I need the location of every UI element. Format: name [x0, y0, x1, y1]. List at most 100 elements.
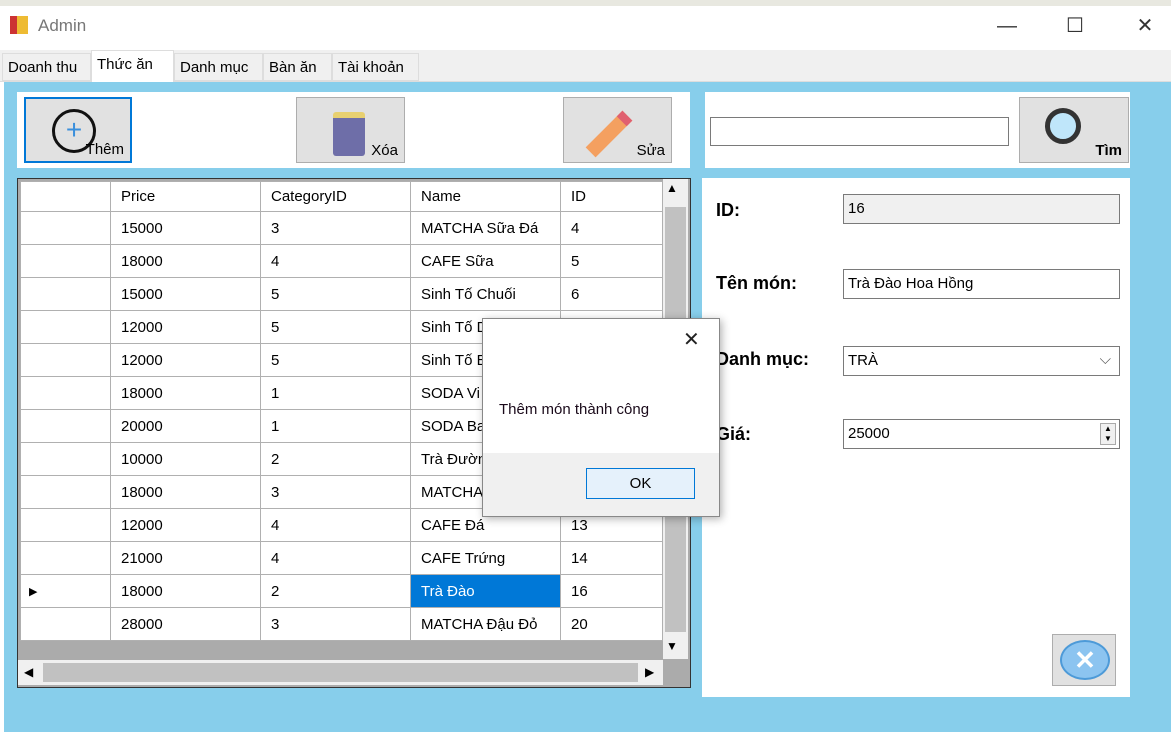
cell-price[interactable]: 20000	[110, 409, 261, 443]
col-name[interactable]: Name	[410, 181, 561, 212]
cell-category-id[interactable]: 3	[260, 211, 411, 245]
cell-category-id[interactable]: 5	[260, 277, 411, 311]
price-stepper[interactable]: 25000 ▲ ▼	[843, 419, 1120, 449]
cell-category-id[interactable]: 3	[260, 607, 411, 641]
cell-category-id[interactable]: 2	[260, 442, 411, 476]
cell-id[interactable]: 6	[560, 277, 663, 311]
minimize-button[interactable]: —	[987, 12, 1027, 40]
search-button[interactable]: Tìm	[1019, 97, 1129, 163]
cell-category-id[interactable]: 4	[260, 541, 411, 575]
cell-name[interactable]: Sinh Tố Chuối	[410, 277, 561, 311]
title-bar: Admin — ☐ ✕	[0, 0, 1171, 50]
row-header[interactable]	[20, 244, 111, 278]
top-strip	[0, 0, 1171, 6]
row-header[interactable]	[20, 310, 111, 344]
cell-name[interactable]: MATCHA Đậu Đỏ	[410, 607, 561, 641]
tab-danh-muc[interactable]: Danh mục	[174, 53, 263, 81]
scroll-up-icon[interactable]: ▲	[666, 181, 678, 195]
row-header[interactable]	[20, 277, 111, 311]
cell-name[interactable]: CAFE Trứng	[410, 541, 561, 575]
row-header[interactable]: ▶	[20, 574, 111, 608]
cell-name[interactable]: CAFE Sữa	[410, 244, 561, 278]
tab-ban-an[interactable]: Bàn ăn	[263, 53, 332, 81]
edit-button[interactable]: Sửa	[563, 97, 672, 163]
maximize-button[interactable]: ☐	[1055, 12, 1095, 40]
cell-price[interactable]: 12000	[110, 508, 261, 542]
col-category-id[interactable]: CategoryID	[260, 181, 411, 212]
cell-id[interactable]: 16	[560, 574, 663, 608]
cell-category-id[interactable]: 5	[260, 343, 411, 377]
message-dialog: ✕ Thêm món thành công OK	[482, 318, 720, 517]
cell-price[interactable]: 21000	[110, 541, 261, 575]
row-header[interactable]	[20, 343, 111, 377]
table-row[interactable]: ▶ 18000 2 Trà Đào 16	[20, 574, 663, 608]
dialog-close-button[interactable]: ✕	[683, 327, 700, 352]
cell-id[interactable]: 4	[560, 211, 663, 245]
app-icon	[10, 16, 28, 34]
col-id[interactable]: ID	[560, 181, 663, 212]
add-button[interactable]: + Thêm	[24, 97, 132, 163]
edit-label: Sửa	[636, 142, 665, 159]
table-row[interactable]: 28000 3 MATCHA Đậu Đỏ 20	[20, 607, 663, 641]
close-button[interactable]: ✕	[1125, 12, 1165, 40]
row-header[interactable]	[20, 541, 111, 575]
dialog-message: Thêm món thành công	[499, 401, 650, 418]
cell-price[interactable]: 18000	[110, 574, 261, 608]
window-title: Admin	[38, 16, 87, 35]
row-header[interactable]	[20, 409, 111, 443]
cell-category-id[interactable]: 1	[260, 376, 411, 410]
category-select[interactable]: TRÀ ⌵	[843, 346, 1120, 376]
cell-id[interactable]: 5	[560, 244, 663, 278]
cell-price[interactable]: 10000	[110, 442, 261, 476]
cell-price[interactable]: 28000	[110, 607, 261, 641]
search-input[interactable]	[710, 117, 1009, 146]
row-header[interactable]	[20, 607, 111, 641]
cell-price[interactable]: 18000	[110, 475, 261, 509]
row-header[interactable]	[20, 376, 111, 410]
hscroll-thumb[interactable]	[43, 663, 638, 682]
category-label: Danh mục:	[716, 349, 810, 369]
table-row[interactable]: 15000 5 Sinh Tố Chuối 6	[20, 277, 663, 311]
cell-name[interactable]: Trà Đào	[410, 574, 561, 608]
cell-category-id[interactable]: 4	[260, 244, 411, 278]
name-field[interactable]: Trà Đào Hoa Hồng	[843, 269, 1120, 299]
table-row[interactable]: 21000 4 CAFE Trứng 14	[20, 541, 663, 575]
scroll-left-icon[interactable]: ◀	[24, 665, 33, 679]
scroll-right-icon[interactable]: ▶	[645, 665, 654, 679]
tab-doanh-thu[interactable]: Doanh thu	[2, 53, 91, 81]
cell-price[interactable]: 18000	[110, 376, 261, 410]
table-row[interactable]: 15000 3 MATCHA Sữa Đá 4	[20, 211, 663, 245]
cell-price[interactable]: 12000	[110, 310, 261, 344]
dialog-footer: OK	[483, 453, 719, 516]
ok-button[interactable]: OK	[586, 468, 695, 499]
horizontal-scrollbar[interactable]: ◀ ▶	[18, 660, 663, 685]
cell-category-id[interactable]: 3	[260, 475, 411, 509]
tab-bar: Doanh thu Thức ăn Danh mục Bàn ăn Tài kh…	[0, 50, 1171, 82]
tab-thuc-an[interactable]: Thức ăn	[91, 50, 174, 82]
cell-price[interactable]: 18000	[110, 244, 261, 278]
cell-name[interactable]: MATCHA Sữa Đá	[410, 211, 561, 245]
cell-price[interactable]: 12000	[110, 343, 261, 377]
cell-category-id[interactable]: 4	[260, 508, 411, 542]
id-label: ID:	[716, 200, 740, 220]
row-header[interactable]	[20, 508, 111, 542]
cell-id[interactable]: 20	[560, 607, 663, 641]
row-header[interactable]	[20, 475, 111, 509]
row-header[interactable]	[20, 211, 111, 245]
cell-id[interactable]: 14	[560, 541, 663, 575]
trash-icon	[333, 112, 365, 156]
magnifier-icon	[1045, 108, 1081, 144]
col-price[interactable]: Price	[110, 181, 261, 212]
cell-category-id[interactable]: 5	[260, 310, 411, 344]
cell-category-id[interactable]: 2	[260, 574, 411, 608]
tab-tai-khoan[interactable]: Tài khoản	[332, 53, 419, 81]
scroll-down-icon[interactable]: ▼	[666, 639, 678, 653]
row-header[interactable]	[20, 442, 111, 476]
cell-category-id[interactable]: 1	[260, 409, 411, 443]
cancel-button[interactable]: ✕	[1052, 634, 1116, 686]
table-row[interactable]: 18000 4 CAFE Sữa 5	[20, 244, 663, 278]
delete-button[interactable]: Xóa	[296, 97, 405, 163]
spin-icon[interactable]: ▲ ▼	[1100, 423, 1116, 445]
cell-price[interactable]: 15000	[110, 277, 261, 311]
cell-price[interactable]: 15000	[110, 211, 261, 245]
